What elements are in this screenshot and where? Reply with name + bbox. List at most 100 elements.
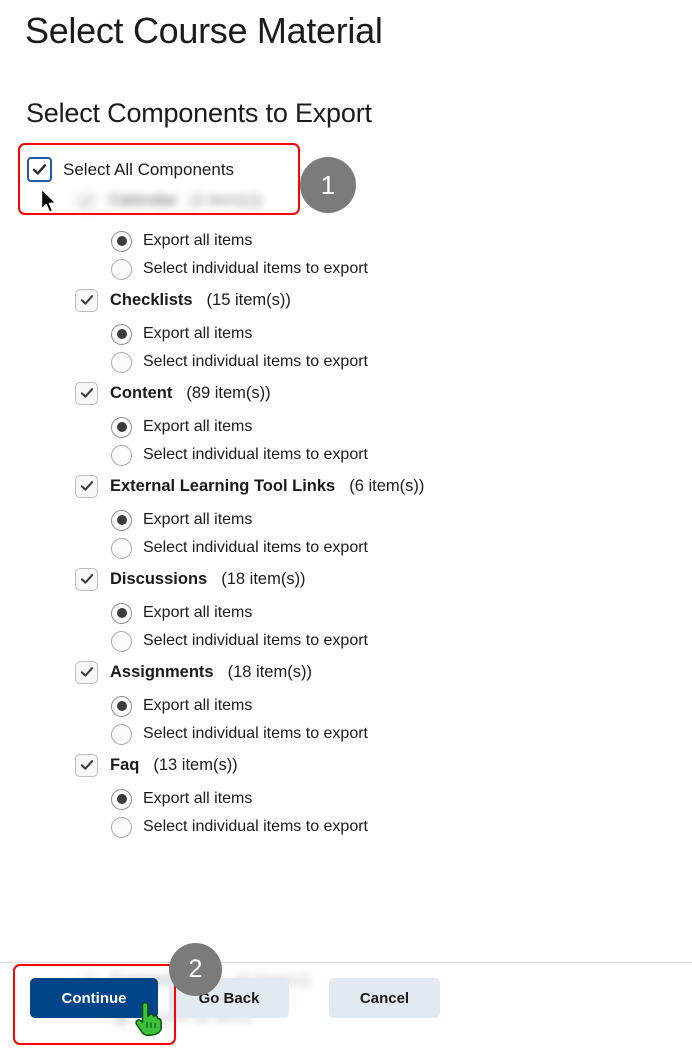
radio-export-all[interactable] [111, 695, 132, 717]
radio-row-select-individual[interactable]: Select individual items to export [111, 813, 692, 841]
component-checkbox[interactable] [75, 660, 98, 684]
component-content: Content (89 item(s)) Export all items Se… [0, 376, 692, 469]
radio-group-content[interactable]: Export all items Select individual items… [0, 410, 692, 469]
radio-group-faq[interactable]: Export all items Select individual items… [0, 782, 692, 841]
radio-label-export-all: Export all items [143, 790, 253, 807]
radio-label-select-individual: Select individual items to export [143, 260, 368, 277]
radio-export-all[interactable] [111, 230, 132, 252]
cancel-button[interactable]: Cancel [329, 978, 440, 1018]
checkmark-icon [80, 481, 93, 491]
radio-select-individual[interactable] [111, 537, 132, 559]
component-header[interactable]: External Learning Tool Links (6 item(s)) [0, 469, 692, 503]
obscured-component-checkbox[interactable] [75, 190, 97, 212]
component-count: (18 item(s)) [227, 662, 312, 681]
checkmark-icon [80, 388, 93, 398]
obscured-component-name: Calendar [109, 192, 178, 209]
radio-row-export-all[interactable]: Export all items [111, 413, 692, 441]
radio-label-export-all: Export all items [143, 232, 253, 249]
component-count: (15 item(s)) [206, 290, 291, 309]
component-count: (13 item(s)) [153, 755, 238, 774]
footer-button-group: Continue Go Back Cancel [0, 962, 692, 1049]
radio-select-individual[interactable] [111, 351, 132, 373]
component-checkbox[interactable] [75, 288, 98, 312]
component-checkbox[interactable] [75, 381, 98, 405]
component-header[interactable]: Checklists (15 item(s)) [0, 283, 692, 317]
section-title: Select Components to Export [26, 98, 372, 128]
radio-row-export-all[interactable]: Export all items [111, 320, 692, 348]
component-name: Content [110, 383, 173, 402]
select-all-checkbox[interactable] [27, 157, 52, 182]
component-name: Faq [110, 755, 140, 774]
radio-label-export-all: Export all items [143, 697, 253, 714]
component-header[interactable]: Faq (13 item(s)) [0, 748, 692, 782]
checkmark-icon [80, 760, 93, 770]
radio-row-export-all[interactable]: Export all items [111, 506, 692, 534]
radio-export-all[interactable] [111, 416, 132, 438]
radio-row-select-individual[interactable]: Select individual items to export [111, 627, 692, 655]
radio-export-all[interactable] [111, 323, 132, 345]
checkmark-icon [80, 295, 93, 305]
obscured-component-count: (3 item(s)) [189, 192, 263, 209]
checkmark-icon [80, 667, 93, 677]
radio-row-select-individual[interactable]: Select individual items to export [111, 255, 692, 283]
continue-button[interactable]: Continue [30, 978, 158, 1018]
component-discussions: Discussions (18 item(s)) Export all item… [0, 562, 692, 655]
radio-select-individual[interactable] [111, 816, 132, 838]
radio-label-select-individual: Select individual items to export [143, 539, 368, 556]
radio-export-all[interactable] [111, 788, 132, 810]
component-header[interactable]: Assignments (18 item(s)) [0, 655, 692, 689]
checkmark-icon [32, 164, 47, 175]
radio-label-export-all: Export all items [143, 418, 253, 435]
radio-select-individual[interactable] [111, 258, 132, 280]
component-name: Discussions [110, 569, 208, 588]
component-checkbox[interactable] [75, 567, 98, 591]
radio-row-export-all[interactable]: Export all items [111, 227, 692, 255]
radio-row-select-individual[interactable]: Select individual items to export [111, 534, 692, 562]
radio-label-export-all: Export all items [143, 325, 253, 342]
radio-group-assignments[interactable]: Export all items Select individual items… [0, 689, 692, 748]
radio-select-individual[interactable] [111, 630, 132, 652]
component-checkbox[interactable] [75, 474, 98, 498]
component-checklists: Checklists (15 item(s)) Export all items… [0, 283, 692, 376]
radio-select-individual[interactable] [111, 723, 132, 745]
component-count: (89 item(s)) [186, 383, 271, 402]
radio-label-export-all: Export all items [143, 604, 253, 621]
radio-export-all[interactable] [111, 509, 132, 531]
component-count: (6 item(s)) [349, 476, 425, 495]
component-name: External Learning Tool Links [110, 476, 336, 495]
component-name: Checklists [110, 290, 193, 309]
radio-group-external-learning-tool-links[interactable]: Export all items Select individual items… [0, 503, 692, 562]
obscured-component-row[interactable]: Calendar (3 item(s)) [75, 190, 262, 212]
annotation-badge-1: 1 [300, 157, 356, 213]
radio-label-select-individual: Select individual items to export [143, 632, 368, 649]
select-all-components-label: Select All Components [63, 159, 235, 179]
component-faq: Faq (13 item(s)) Export all items Select… [0, 748, 692, 841]
radio-group-checklists[interactable]: Export all items Select individual items… [0, 317, 692, 376]
component-count: (18 item(s)) [221, 569, 306, 588]
component-header[interactable]: Content (89 item(s)) [0, 376, 692, 410]
radio-row-select-individual[interactable]: Select individual items to export [111, 441, 692, 469]
radio-row-export-all[interactable]: Export all items [111, 692, 692, 720]
radio-row-export-all[interactable]: Export all items [111, 599, 692, 627]
component-checkbox[interactable] [75, 753, 98, 777]
radio-row-select-individual[interactable]: Select individual items to export [111, 348, 692, 376]
radio-export-all[interactable] [111, 602, 132, 624]
select-course-material-page: Select Course Material Select Components… [0, 0, 692, 1049]
radio-label-export-all: Export all items [143, 511, 253, 528]
component-header[interactable]: Discussions (18 item(s)) [0, 562, 692, 596]
components-list: Export all items Select individual items… [0, 224, 692, 841]
radio-group-discussions[interactable]: Export all items Select individual items… [0, 596, 692, 655]
radio-label-select-individual: Select individual items to export [143, 353, 368, 370]
page-title: Select Course Material [25, 10, 383, 51]
checkmark-icon [80, 574, 93, 584]
radio-row-export-all[interactable]: Export all items [111, 785, 692, 813]
components-scroll-area[interactable]: Select All Components Calendar (3 item(s… [0, 140, 692, 960]
component-name: Assignments [110, 662, 214, 681]
select-all-components-row[interactable]: Select All Components [27, 157, 234, 182]
radio-select-individual[interactable] [111, 444, 132, 466]
radio-label-select-individual: Select individual items to export [143, 725, 368, 742]
radio-row-select-individual[interactable]: Select individual items to export [111, 720, 692, 748]
radio-group-obscured[interactable]: Export all items Select individual items… [0, 224, 692, 283]
annotation-badge-2: 2 [169, 943, 222, 996]
radio-label-select-individual: Select individual items to export [143, 818, 368, 835]
